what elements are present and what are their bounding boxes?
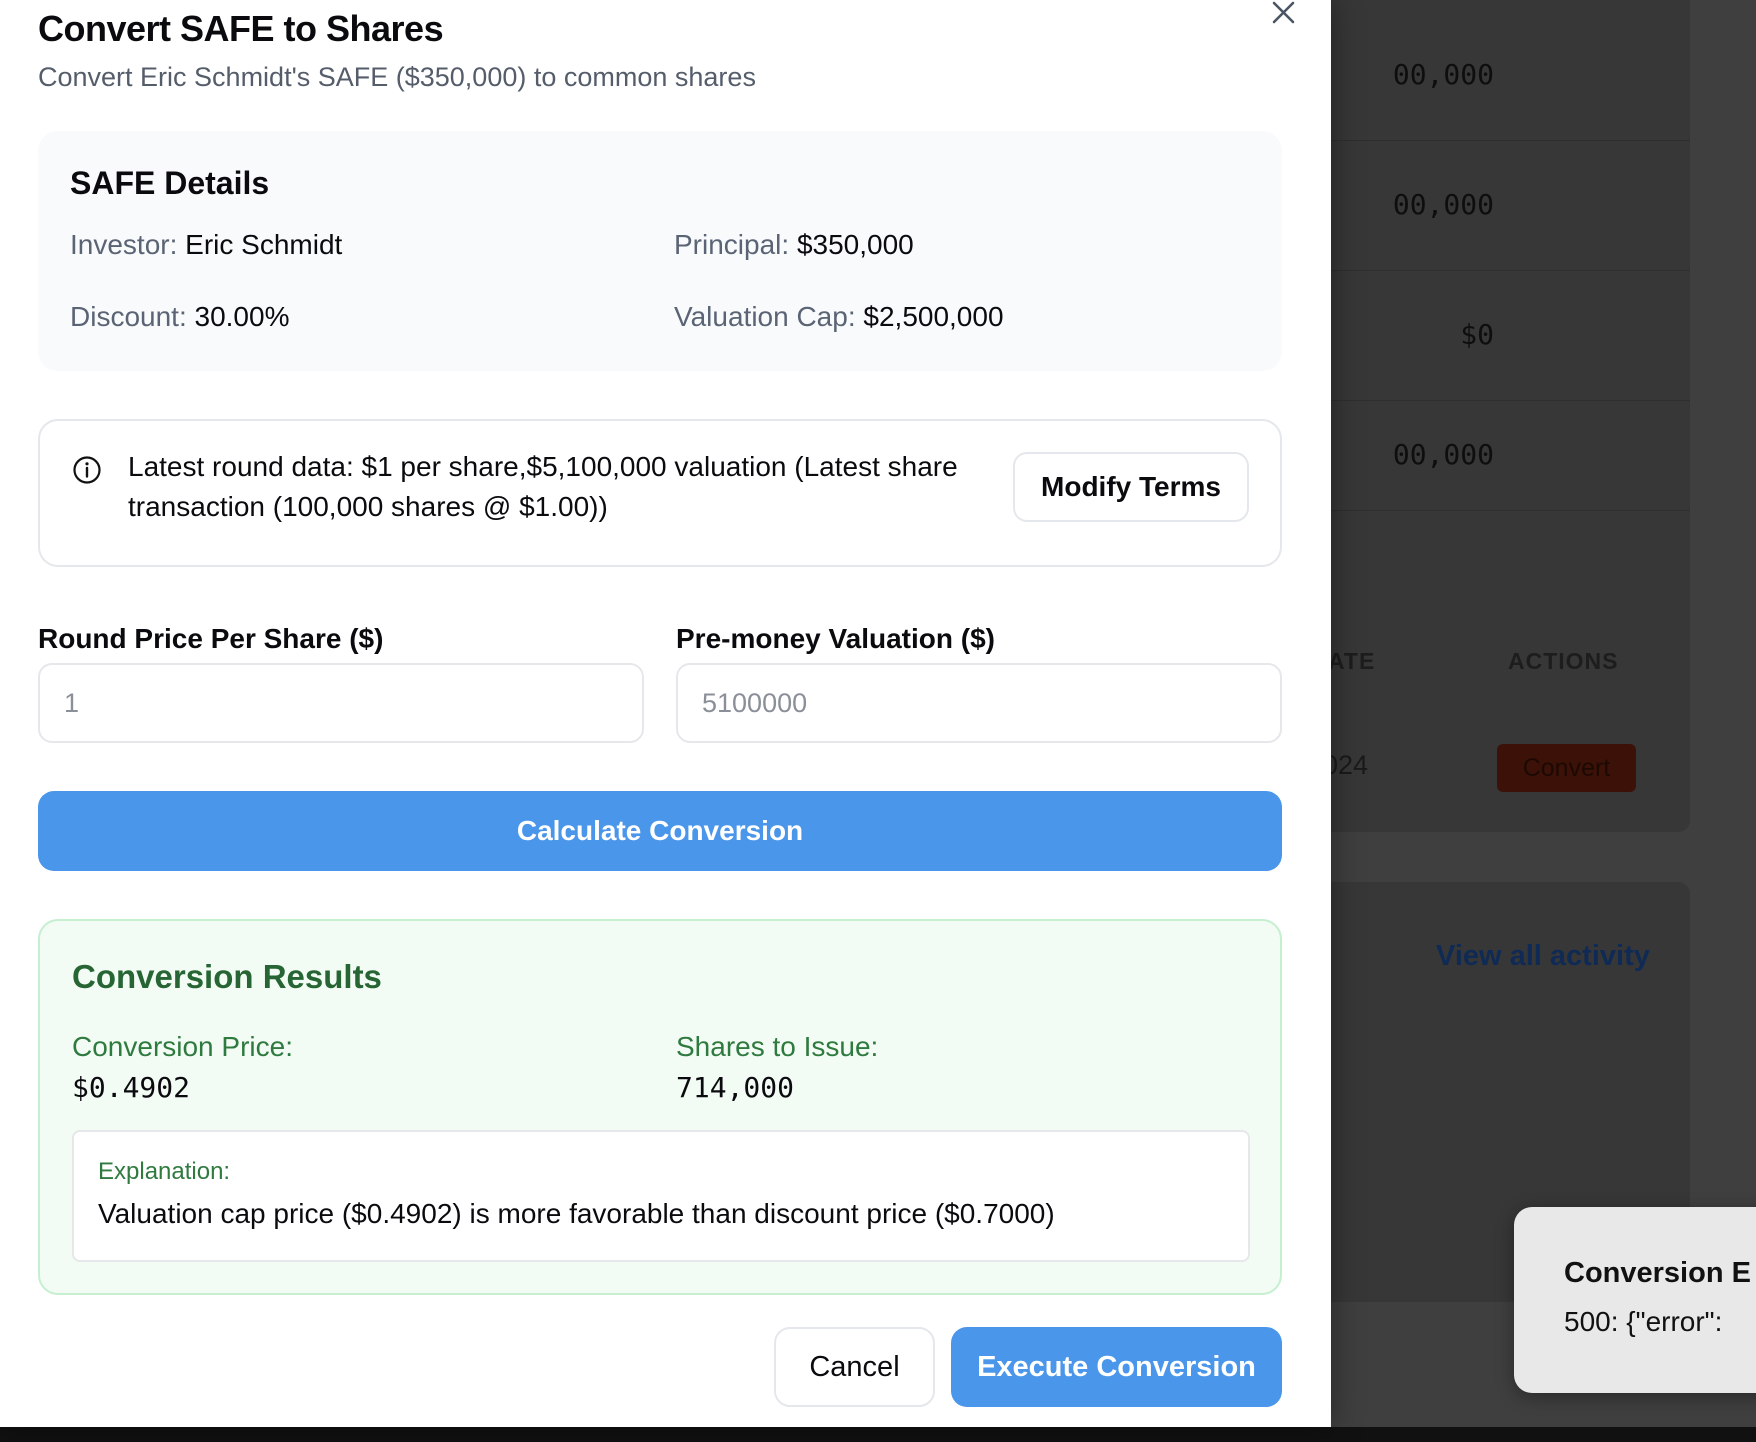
conversion-results-heading: Conversion Results — [72, 958, 382, 995]
valuation-cap-field: Valuation Cap: $2,500,000 — [674, 301, 1004, 333]
table-cell-amount: 00,000 — [1392, 188, 1494, 221]
close-button[interactable] — [1266, 0, 1300, 26]
valuation-cap-value: $2,500,000 — [863, 301, 1004, 332]
error-toast[interactable]: Conversion E 500: {"error": — [1514, 1207, 1756, 1393]
latest-round-info: Latest round data: $1 per share,$5,100,0… — [38, 419, 1282, 567]
discount-value: 30.00% — [194, 301, 290, 332]
convert-button[interactable]: Convert — [1497, 744, 1636, 792]
info-icon — [73, 456, 101, 484]
table-cell-amount: $0 — [1460, 318, 1494, 351]
toast-title: Conversion E — [1564, 1257, 1751, 1289]
principal-label: Principal: — [674, 229, 790, 260]
table-cell-amount: 00,000 — [1392, 438, 1494, 471]
execute-conversion-button[interactable]: Execute Conversion — [951, 1327, 1282, 1407]
explanation-text: Valuation cap price ($0.4902) is more fa… — [98, 1198, 1055, 1229]
discount-field: Discount: 30.00% — [70, 301, 289, 333]
pre-money-valuation-input[interactable] — [676, 663, 1282, 743]
dialog-title: Convert SAFE to Shares — [38, 8, 444, 49]
discount-label: Discount: — [70, 301, 187, 332]
conversion-price-value: $0.4902 — [72, 1071, 191, 1104]
column-header-date: ATE — [1328, 648, 1376, 674]
dialog-subtitle: Convert Eric Schmidt's SAFE ($350,000) t… — [38, 62, 756, 92]
column-header-actions: ACTIONS — [1508, 648, 1619, 674]
conversion-price-label: Conversion Price: — [72, 1031, 293, 1062]
close-icon — [1272, 1, 1295, 24]
investor-value: Eric Schmidt — [185, 229, 343, 260]
convert-safe-dialog: Convert SAFE to Shares Convert Eric Schm… — [0, 0, 1331, 1427]
investor-field: Investor: Eric Schmidt — [70, 229, 342, 261]
safe-details-heading: SAFE Details — [70, 165, 270, 201]
explanation-box: Explanation: Valuation cap price ($0.490… — [72, 1130, 1250, 1262]
view-all-activity-link[interactable]: View all activity — [1436, 940, 1650, 973]
conversion-results-panel: Conversion Results Conversion Price: $0.… — [38, 919, 1282, 1295]
shares-to-issue-value: 714,000 — [676, 1071, 795, 1104]
principal-value: $350,000 — [796, 229, 914, 260]
safe-details-panel: SAFE Details Investor: Eric Schmidt Prin… — [38, 131, 1282, 371]
calculate-conversion-button[interactable]: Calculate Conversion — [38, 791, 1282, 871]
table-cell-amount: 00,000 — [1392, 58, 1494, 91]
bottom-edge — [0, 1427, 1756, 1442]
principal-field: Principal: $350,000 — [674, 229, 914, 261]
cancel-button[interactable]: Cancel — [774, 1327, 935, 1407]
toast-message: 500: {"error": — [1564, 1306, 1723, 1337]
round-price-input[interactable] — [38, 663, 644, 743]
shares-to-issue-label: Shares to Issue: — [676, 1031, 879, 1062]
explanation-label: Explanation: — [98, 1158, 231, 1185]
latest-round-text: Latest round data: $1 per share,$5,100,0… — [128, 451, 958, 522]
modify-terms-button[interactable]: Modify Terms — [1013, 452, 1249, 522]
valuation-cap-label: Valuation Cap: — [674, 301, 856, 332]
round-price-label: Round Price Per Share ($) — [38, 623, 384, 654]
pre-money-valuation-label: Pre-money Valuation ($) — [676, 623, 995, 654]
investor-label: Investor: — [70, 229, 178, 260]
